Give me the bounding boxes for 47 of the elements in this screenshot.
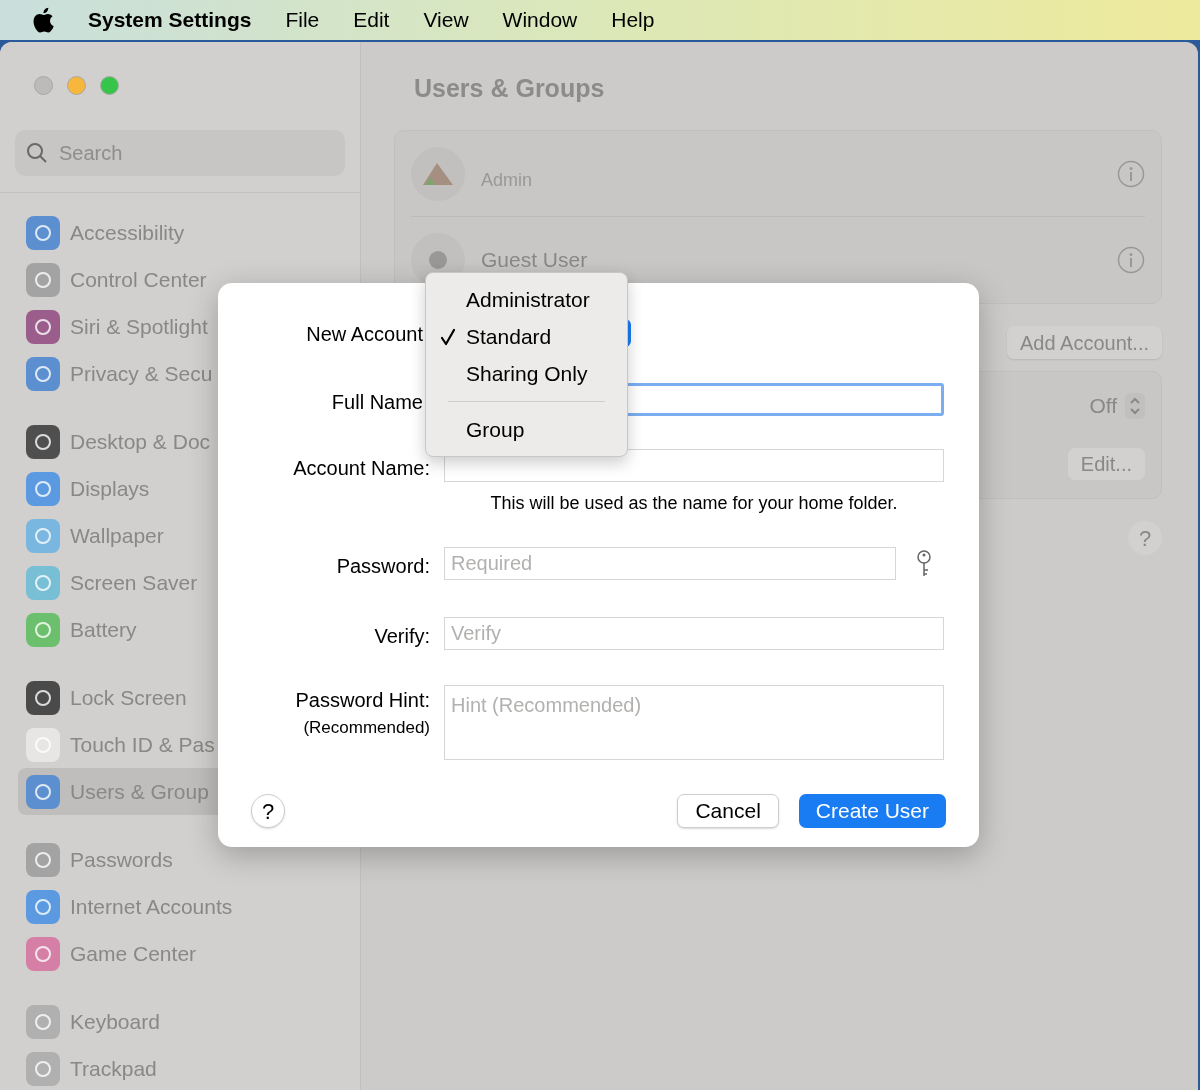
edit-button[interactable]: Edit...	[1067, 448, 1145, 480]
create-user-button[interactable]: Create User	[798, 794, 946, 828]
info-icon[interactable]	[1117, 159, 1145, 188]
sidebar-item[interactable]: Internet Accounts	[18, 883, 342, 930]
menu-item[interactable]: Edit	[353, 4, 390, 36]
close-button[interactable]	[34, 76, 53, 95]
chevron-up-down-icon	[1125, 393, 1145, 419]
sidebar-item[interactable]: Accessibility	[18, 209, 342, 256]
minimize-button[interactable]	[67, 76, 86, 95]
field-label: New Account	[306, 322, 423, 347]
auto-login-popup[interactable]: Off	[1089, 388, 1145, 424]
cancel-button[interactable]: Cancel	[677, 794, 779, 828]
menu-item[interactable]: File	[285, 4, 320, 36]
menu-item[interactable]: Administrator	[426, 281, 627, 318]
sidebar-item[interactable]: Battery	[18, 606, 342, 653]
menu-item[interactable]: Sharing Only	[426, 355, 627, 392]
help-text: This will be used as the name for your home folder.	[489, 492, 899, 515]
search-icon	[25, 141, 49, 165]
menu-item[interactable]: View	[423, 4, 469, 36]
sidebar-item[interactable]: Passwords	[18, 836, 342, 883]
sidebar-item[interactable]: Keyboard	[18, 998, 342, 1045]
sidebar-item[interactable]: Game Center	[18, 930, 342, 977]
menu-item[interactable]: Standard	[426, 318, 627, 355]
text-field[interactable]: Verify	[444, 617, 944, 650]
help-button[interactable]: ?	[1128, 521, 1162, 555]
sidebar-item[interactable]: Trackpad	[18, 1045, 342, 1090]
apple-logo-icon[interactable]	[32, 7, 54, 33]
page-title: Users & Groups	[413, 73, 606, 104]
zoom-button[interactable]	[100, 76, 119, 95]
sidebar-item[interactable]: Control Center	[18, 256, 342, 303]
field-label: Verify:	[374, 624, 430, 649]
info-icon[interactable]	[1117, 246, 1145, 274]
add-account-button[interactable]: Add Account...	[1007, 326, 1162, 359]
app-menu[interactable]: System Settings	[88, 4, 252, 36]
menu-item[interactable]: Help	[611, 4, 655, 36]
field-sublabel: (Recommended)	[303, 717, 430, 739]
hint-field[interactable]: Hint (Recommended)	[444, 685, 944, 760]
field-label: Account Name:	[293, 456, 430, 481]
help-button[interactable]: ?	[251, 794, 285, 828]
password-field[interactable]: Required	[444, 547, 896, 580]
key-icon[interactable]	[916, 549, 932, 578]
menu-item[interactable]: Window	[502, 4, 578, 36]
field-label: Password Hint:	[295, 688, 430, 713]
field-label: Full Name	[331, 390, 423, 415]
user-name: Guest User	[481, 247, 589, 274]
menu-item[interactable]: Group	[426, 411, 627, 448]
search-field[interactable]: Search	[15, 130, 345, 176]
